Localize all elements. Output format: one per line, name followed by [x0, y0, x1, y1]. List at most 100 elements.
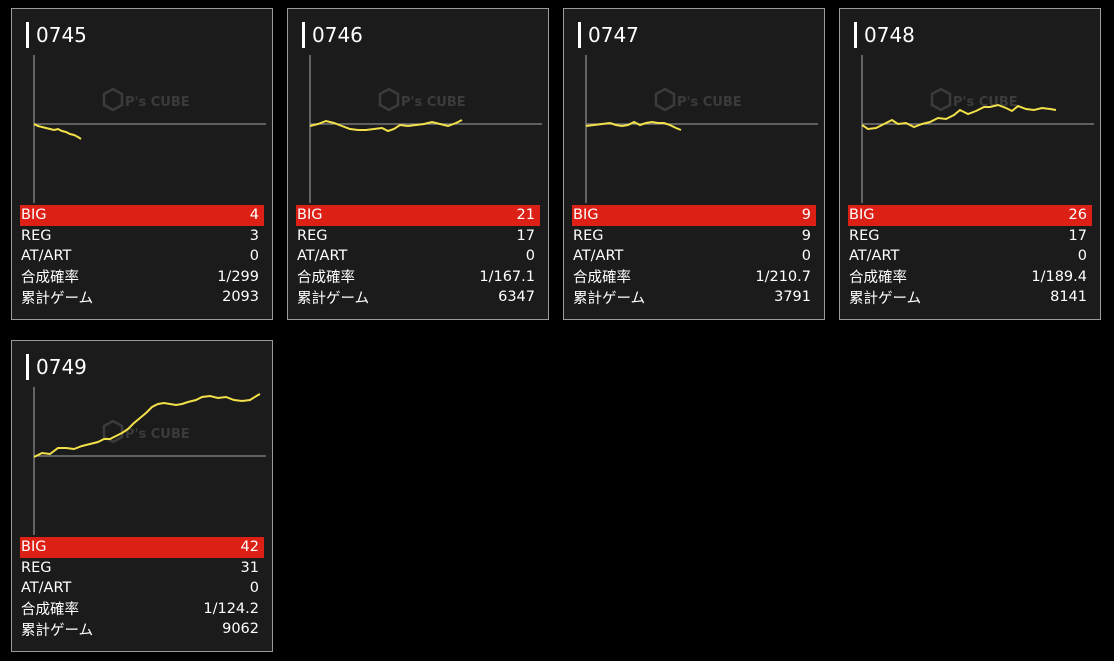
stat-label: 合成確率 [849, 270, 907, 287]
stat-label: 累計ゲーム [21, 622, 94, 639]
title-marker [854, 22, 857, 48]
stat-row-probability: 合成確率 1/189.4 [848, 267, 1092, 288]
stat-row-reg: REG 9 [572, 226, 816, 247]
stat-value: 17 [516, 227, 535, 244]
payout-line [309, 119, 463, 133]
stat-value: 1/124.2 [203, 600, 259, 617]
stat-row-games: 累計ゲーム 8141 [848, 287, 1092, 308]
card-header: 0747 [578, 20, 639, 50]
payout-graph: P's CUBE [33, 55, 266, 203]
stat-row-atart: AT/ART 0 [20, 578, 264, 599]
payout-graph: P's CUBE [309, 55, 542, 203]
title-marker [26, 354, 29, 380]
stat-value: 0 [801, 248, 811, 265]
machine-number: 0748 [864, 23, 915, 47]
card-header: 0749 [26, 352, 87, 382]
machine-number: 0746 [312, 23, 363, 47]
stat-value: 2093 [222, 289, 259, 306]
stat-label: REG [21, 559, 52, 576]
stat-label: BIG [297, 207, 323, 224]
stat-value: 26 [1068, 207, 1087, 224]
stat-value: 9 [801, 227, 811, 244]
svg-text:P's CUBE: P's CUBE [125, 427, 190, 442]
payout-line [33, 393, 261, 458]
stat-row-atart: AT/ART 0 [572, 246, 816, 267]
stat-label: 合成確率 [573, 270, 631, 287]
stat-row-big: BIG 21 [296, 205, 540, 226]
title-marker [302, 22, 305, 48]
payout-graph: P's CUBE [585, 55, 818, 203]
stat-value: 1/210.7 [755, 268, 811, 285]
title-marker [26, 22, 29, 48]
machine-number: 0745 [36, 23, 87, 47]
stat-label: AT/ART [297, 248, 348, 265]
payout-graph: P's CUBE [861, 55, 1094, 203]
stat-row-atart: AT/ART 0 [848, 246, 1092, 267]
stat-label: 合成確率 [21, 602, 79, 619]
svg-text:P's CUBE: P's CUBE [125, 95, 190, 110]
svg-text:P's CUBE: P's CUBE [677, 95, 742, 110]
stat-row-big: BIG 26 [848, 205, 1092, 226]
stat-label: 合成確率 [21, 270, 79, 287]
watermark-logo: P's CUBE [102, 419, 190, 444]
stat-value: 8141 [1050, 289, 1087, 306]
machine-card-0746[interactable]: 0746 P's CUBE BIG 21 REG 17 AT/ART 0 合成確… [287, 8, 549, 320]
stat-row-atart: AT/ART 0 [296, 246, 540, 267]
machine-card-0747[interactable]: 0747 P's CUBE BIG 9 REG 9 AT/ART 0 合成確率 … [563, 8, 825, 320]
stat-row-big: BIG 9 [572, 205, 816, 226]
stat-row-games: 累計ゲーム 3791 [572, 287, 816, 308]
stats-table: BIG 21 REG 17 AT/ART 0 合成確率 1/167.1 累計ゲー… [296, 205, 540, 308]
stat-label: 合成確率 [297, 270, 355, 287]
machine-card-0749[interactable]: 0749 P's CUBE BIG 42 REG 31 AT/ART 0 合成確… [11, 340, 273, 652]
machine-card-0748[interactable]: 0748 P's CUBE BIG 26 REG 17 AT/ART 0 合成確… [839, 8, 1101, 320]
stat-label: AT/ART [21, 248, 72, 265]
stats-table: BIG 42 REG 31 AT/ART 0 合成確率 1/124.2 累計ゲー… [20, 537, 264, 640]
stat-value: 3791 [774, 289, 811, 306]
stat-row-probability: 合成確率 1/210.7 [572, 267, 816, 288]
stat-value: 21 [516, 207, 535, 224]
payout-line [33, 123, 82, 140]
stat-row-reg: REG 3 [20, 226, 264, 247]
stat-row-atart: AT/ART 0 [20, 246, 264, 267]
stat-row-big: BIG 42 [20, 537, 264, 558]
stat-row-games: 累計ゲーム 2093 [20, 287, 264, 308]
stat-value: 1/167.1 [479, 268, 535, 285]
machine-card-0745[interactable]: 0745 P's CUBE BIG 4 REG 3 AT/ART 0 合成確率 … [11, 8, 273, 320]
stat-label: 累計ゲーム [297, 290, 370, 307]
stat-row-reg: REG 31 [20, 558, 264, 579]
stat-value: 1/189.4 [1031, 268, 1087, 285]
stat-label: REG [849, 227, 880, 244]
stat-row-probability: 合成確率 1/167.1 [296, 267, 540, 288]
card-header: 0748 [854, 20, 915, 50]
stat-value: 1/299 [217, 268, 259, 285]
stat-row-games: 累計ゲーム 9062 [20, 619, 264, 640]
stat-row-big: BIG 4 [20, 205, 264, 226]
stat-label: 累計ゲーム [573, 290, 646, 307]
title-marker [578, 22, 581, 48]
stats-table: BIG 9 REG 9 AT/ART 0 合成確率 1/210.7 累計ゲーム … [572, 205, 816, 308]
stat-value: 42 [240, 539, 259, 556]
stat-label: REG [573, 227, 604, 244]
stat-row-reg: REG 17 [848, 226, 1092, 247]
stat-value: 0 [525, 248, 535, 265]
stats-table: BIG 4 REG 3 AT/ART 0 合成確率 1/299 累計ゲーム 20… [20, 205, 264, 308]
stat-row-reg: REG 17 [296, 226, 540, 247]
stat-label: 累計ゲーム [21, 290, 94, 307]
stat-value: 0 [249, 580, 259, 597]
stat-label: BIG [21, 539, 47, 556]
stat-value: 9 [801, 207, 811, 224]
stat-label: REG [297, 227, 328, 244]
stat-value: 9062 [222, 621, 259, 638]
stat-label: AT/ART [849, 248, 900, 265]
payout-graph: P's CUBE [33, 387, 266, 535]
payout-line [585, 120, 682, 131]
stat-row-probability: 合成確率 1/299 [20, 267, 264, 288]
card-header: 0746 [302, 20, 363, 50]
stat-label: REG [21, 227, 52, 244]
stat-row-games: 累計ゲーム 6347 [296, 287, 540, 308]
watermark-logo: P's CUBE [102, 87, 190, 112]
stat-label: 累計ゲーム [849, 290, 922, 307]
watermark-logo: P's CUBE [654, 87, 742, 112]
stat-value: 4 [249, 207, 259, 224]
stat-value: 31 [240, 559, 259, 576]
